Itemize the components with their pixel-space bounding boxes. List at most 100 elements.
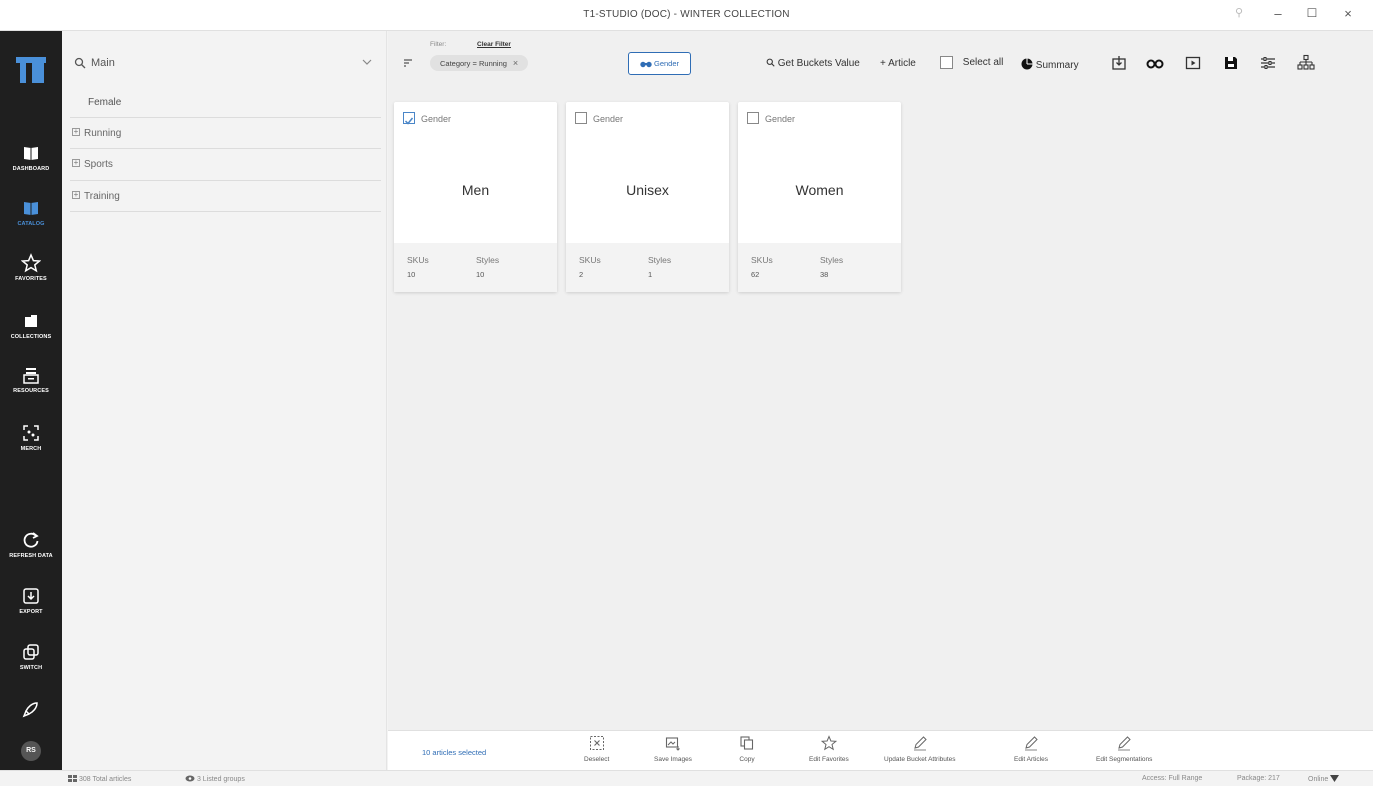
card-checkbox[interactable] <box>403 112 415 125</box>
gender-group-button[interactable]: Gender <box>628 52 691 75</box>
add-article-button[interactable]: + Article <box>880 58 916 69</box>
binoculars-icon[interactable] <box>1146 54 1164 72</box>
card-value: Women <box>795 182 844 198</box>
pie-chart-icon <box>1021 58 1033 70</box>
nav-switch[interactable]: SWITCH <box>0 642 62 671</box>
styles-label: Styles <box>820 255 844 265</box>
copy-button[interactable]: Copy <box>739 735 755 763</box>
skus-value: 62 <box>751 270 760 279</box>
image-icon <box>665 737 680 751</box>
filter-chip-label: Category = Running <box>440 59 507 68</box>
get-buckets-value-button[interactable]: Get Buckets Value <box>766 58 860 69</box>
skus-label: SKUs <box>751 255 773 265</box>
edit-favorites-button[interactable]: Edit Favorites <box>809 735 849 763</box>
card-checkbox-label: Gender <box>421 114 452 124</box>
check-icon <box>404 117 414 125</box>
edit-segmentations-button[interactable]: Edit Segmentations <box>1096 735 1152 763</box>
tree-item-sports[interactable]: + Sports <box>70 148 381 179</box>
nav-collections[interactable]: COLLECTIONS <box>0 311 62 340</box>
import-icon[interactable] <box>1110 54 1128 72</box>
hierarchy-icon[interactable] <box>1297 54 1315 72</box>
book-icon <box>24 147 38 160</box>
wifi-icon <box>1330 775 1340 782</box>
card-footer: SKUs Styles 10 10 <box>394 243 557 292</box>
settings-sliders-icon[interactable] <box>1259 54 1277 72</box>
nav-merch[interactable]: MERCH <box>0 423 62 452</box>
tree-search-dropdown[interactable]: Main <box>62 53 387 75</box>
play-icon[interactable] <box>1184 54 1202 72</box>
nav-label: CATALOG <box>17 221 45 227</box>
nav-favorites[interactable]: FAVORITES <box>0 253 62 282</box>
select-all-box[interactable] <box>940 56 953 69</box>
edit-articles-button[interactable]: Edit Articles <box>1014 735 1048 763</box>
deselect-icon <box>589 736 604 750</box>
summary-label: Summary <box>1035 60 1079 71</box>
tree-item-training[interactable]: + Training <box>70 180 381 211</box>
nav-resources[interactable]: RESOURCES <box>0 365 62 394</box>
skus-label: SKUs <box>579 255 601 265</box>
card-checkbox-label: Gender <box>765 114 796 124</box>
nav-label: RESOURCES <box>13 388 49 394</box>
listed-groups: 3 Listed groups <box>196 776 245 783</box>
nav-catalog[interactable]: CATALOG <box>0 198 62 227</box>
t1-logo-icon <box>16 57 46 83</box>
user-avatar[interactable]: RS <box>21 741 41 761</box>
action-label: Edit Articles <box>1014 756 1048 763</box>
nav-label: FAVORITES <box>15 276 47 282</box>
maximize-button[interactable]: ☐ <box>1302 6 1322 20</box>
skus-label: SKUs <box>407 255 429 265</box>
nav-rocket[interactable] <box>0 699 62 719</box>
minimize-button[interactable]: – <box>1268 6 1288 21</box>
chevron-down-icon[interactable] <box>361 56 373 68</box>
card-checkbox[interactable] <box>747 112 759 124</box>
bucket-card-men[interactable]: Gender Men SKUs Styles 10 10 <box>394 102 557 292</box>
access-status: Access: Full Range <box>1142 775 1203 782</box>
refresh-icon <box>23 532 39 548</box>
rocket-icon <box>22 702 38 718</box>
nav-label: MERCH <box>20 446 42 452</box>
select-all-checkbox[interactable]: Select all <box>940 56 1003 69</box>
star-icon <box>21 253 41 273</box>
styles-value: 10 <box>476 270 485 279</box>
nav-refresh-data[interactable]: REFRESH DATA <box>0 530 62 559</box>
total-articles: 308 Total articles <box>78 776 132 783</box>
card-checkbox[interactable] <box>575 112 587 124</box>
category-tree-panel: Main Female + Running + Sports + Trainin… <box>62 31 387 770</box>
deselect-button[interactable]: Deselect <box>584 735 609 763</box>
filter-label: Filter: <box>430 41 447 48</box>
tree-item-label: Running <box>84 128 122 139</box>
nav-dashboard[interactable]: DASHBOARD <box>0 143 62 172</box>
listed-groups-status: 3 Listed groups <box>185 775 245 783</box>
tree-root-female[interactable]: Female <box>88 97 121 108</box>
filter-chip[interactable]: Category = Running × <box>430 55 529 71</box>
tree-item-label: Sports <box>84 159 113 170</box>
select-all-label: Select all <box>962 57 1004 68</box>
skus-value: 10 <box>407 270 416 279</box>
filter-sort-icon[interactable] <box>402 57 414 69</box>
expand-icon[interactable]: + <box>72 128 80 136</box>
save-images-button[interactable]: Save Images <box>654 735 692 763</box>
save-icon[interactable] <box>1222 54 1240 72</box>
selected-count: 10 articles selected <box>422 748 487 757</box>
binoculars-icon <box>640 61 652 68</box>
remove-filter-icon[interactable]: × <box>513 58 518 68</box>
search-icon <box>766 58 775 67</box>
zoom-icon[interactable]: ⚲ <box>1229 6 1249 19</box>
window-title: T1-STUDIO (DOC) - WINTER COLLECTION <box>583 9 790 20</box>
card-value: Unisex <box>626 182 669 198</box>
summary-button[interactable]: Summary <box>1021 58 1079 71</box>
expand-icon[interactable]: + <box>72 191 80 199</box>
bucket-card-unisex[interactable]: Gender Unisex SKUs Styles 2 1 <box>566 102 729 292</box>
expand-icon[interactable]: + <box>72 159 80 167</box>
close-button[interactable]: × <box>1338 6 1358 21</box>
main-toolbar: Filter: Clear Filter Category = Running ×… <box>388 31 1373 97</box>
clear-filter-link[interactable]: Clear Filter <box>477 41 511 48</box>
update-bucket-attributes-button[interactable]: Update Bucket Attributes <box>884 735 956 763</box>
bucket-card-women[interactable]: Gender Women SKUs Styles 62 38 <box>738 102 901 292</box>
merch-icon <box>23 425 39 441</box>
tree-item-running[interactable]: + Running <box>70 117 381 148</box>
nav-export[interactable]: EXPORT <box>0 586 62 615</box>
pencil-icon <box>1024 736 1038 751</box>
left-navigation: DASHBOARD CATALOG FAVORITES COLLECTIONS … <box>0 31 62 770</box>
action-label: Save Images <box>654 756 692 763</box>
